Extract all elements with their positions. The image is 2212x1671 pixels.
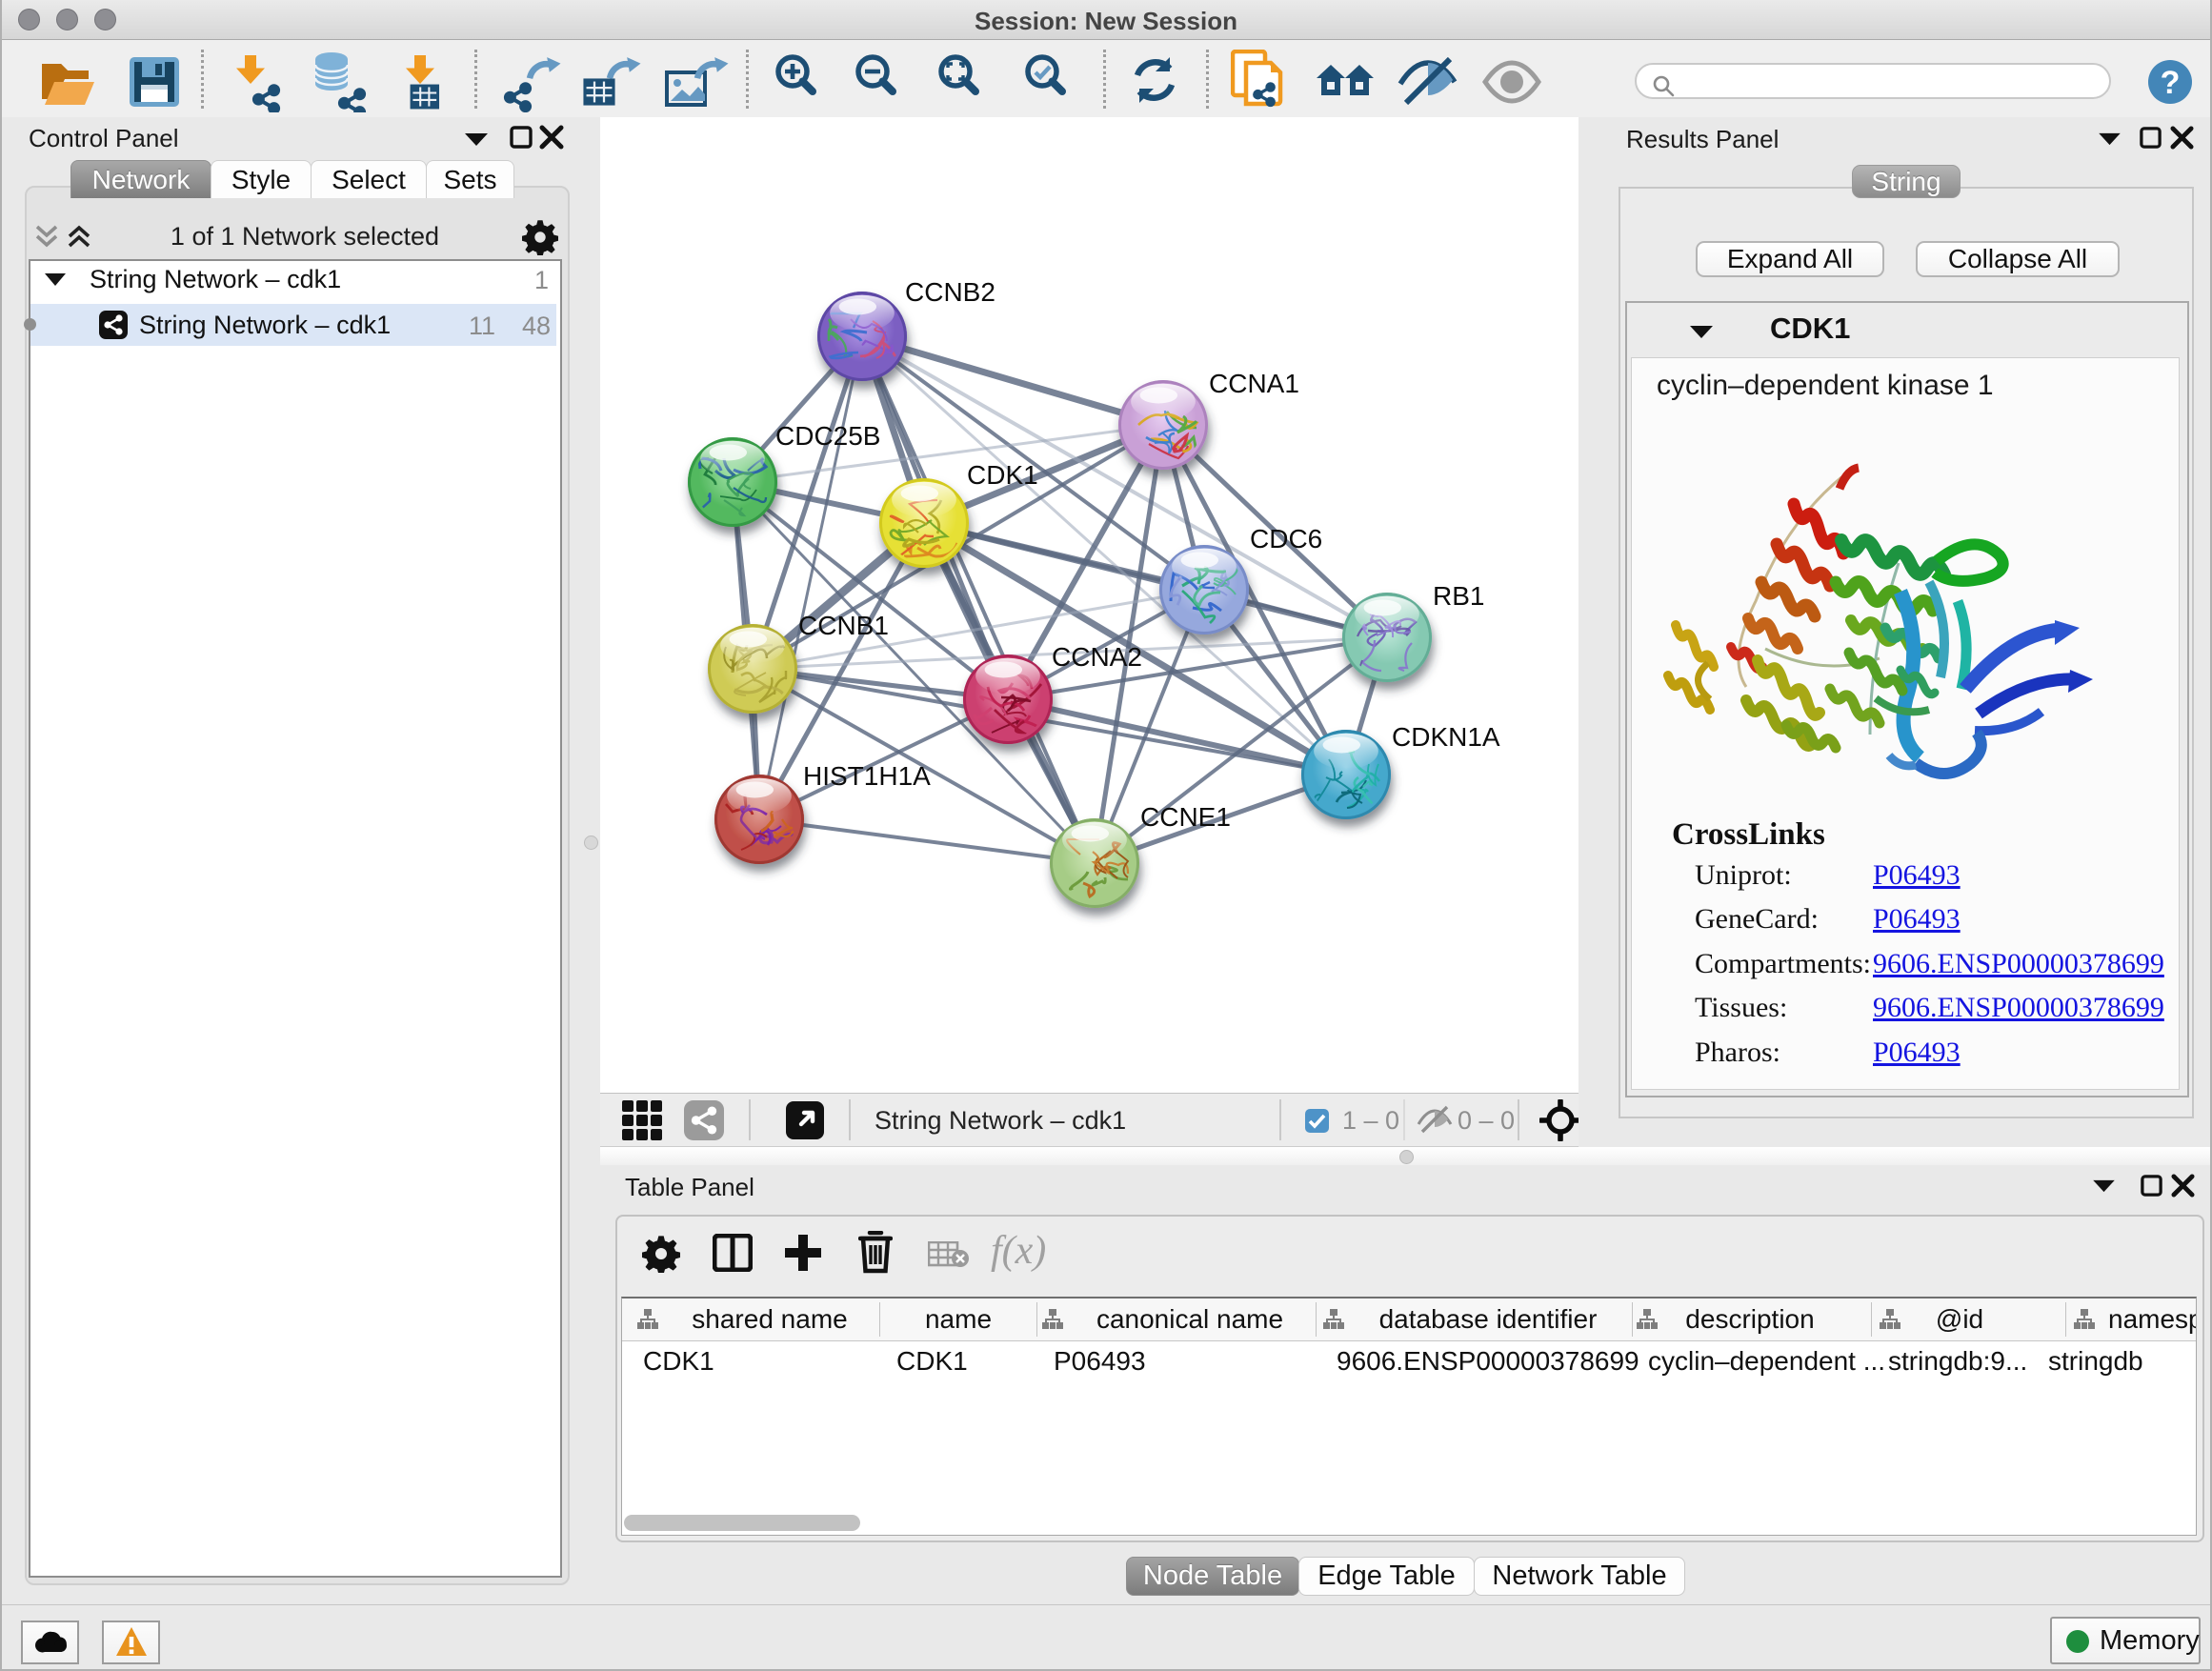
svg-text:CCNB1: CCNB1 [798, 611, 889, 640]
svg-text:CCNA1: CCNA1 [1209, 369, 1299, 398]
svg-text:CCNA2: CCNA2 [1052, 642, 1142, 672]
svg-text:CDKN1A: CDKN1A [1392, 722, 1500, 752]
svg-text:HIST1H1A: HIST1H1A [803, 761, 931, 791]
svg-text:RB1: RB1 [1433, 581, 1484, 611]
svg-text:CDK1: CDK1 [967, 460, 1038, 490]
svg-text:?: ? [2161, 65, 2181, 101]
svg-text:CDC25B: CDC25B [775, 421, 880, 451]
svg-text:CCNE1: CCNE1 [1140, 802, 1231, 832]
svg-text:CCNB2: CCNB2 [905, 277, 995, 307]
svg-text:CDC6: CDC6 [1250, 524, 1322, 554]
